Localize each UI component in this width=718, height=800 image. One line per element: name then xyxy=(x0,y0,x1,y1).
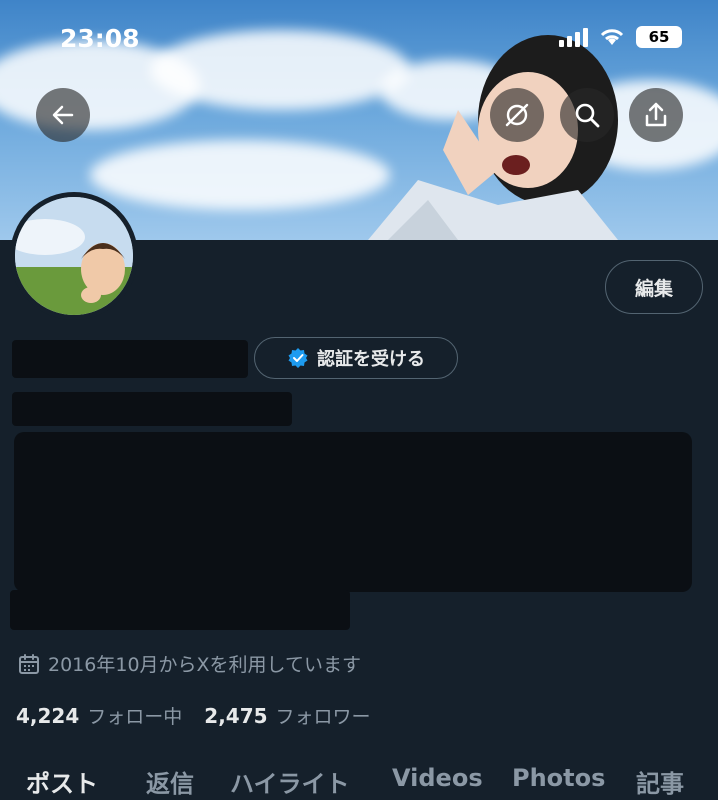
following-label[interactable]: フォロー中 xyxy=(87,702,182,729)
joined-date: 2016年10月からXを利用しています xyxy=(18,650,361,677)
following-count[interactable]: 4,224 xyxy=(16,704,79,728)
status-bar: 23:08 65 xyxy=(0,0,718,70)
back-button[interactable] xyxy=(36,88,90,142)
search-button[interactable] xyxy=(560,88,614,142)
share-icon xyxy=(645,102,667,127)
wifi-icon xyxy=(600,29,624,45)
status-time: 23:08 xyxy=(60,24,140,53)
follow-stats: 4,224 フォロー中 2,475 フォロワー xyxy=(16,702,385,729)
search-icon xyxy=(575,103,600,128)
tab-photos[interactable]: Photos xyxy=(512,764,605,792)
share-button[interactable] xyxy=(629,88,683,142)
redacted-display-name xyxy=(12,340,248,378)
signal-icon xyxy=(559,28,588,47)
tab-highlights[interactable]: ハイライト xyxy=(230,764,350,799)
redacted-bio-line xyxy=(10,590,350,630)
followers-label[interactable]: フォロワー xyxy=(276,702,371,729)
profile-tabs: ポスト 返信 ハイライト Videos Photos 記事 xyxy=(0,760,718,800)
battery-icon: 65 xyxy=(636,26,682,48)
joined-text: 2016年10月からXを利用しています xyxy=(48,654,361,676)
tab-articles[interactable]: 記事 xyxy=(636,764,684,799)
tab-videos[interactable]: Videos xyxy=(392,764,483,792)
tab-replies[interactable]: 返信 xyxy=(146,764,194,799)
followers-count[interactable]: 2,475 xyxy=(204,704,267,728)
globe-off-icon xyxy=(505,103,529,127)
calendar-icon xyxy=(19,653,39,674)
edit-profile-button[interactable]: 編集 xyxy=(605,260,703,314)
profile-avatar[interactable] xyxy=(10,192,138,320)
redacted-bio xyxy=(14,432,692,592)
status-icons: 65 xyxy=(558,26,682,48)
get-verified-label: 認証を受ける xyxy=(317,349,425,370)
get-verified-button[interactable]: 認証を受ける xyxy=(254,337,458,379)
avatar-child-image xyxy=(15,197,133,315)
verified-badge-icon xyxy=(288,348,308,368)
arrow-left-icon xyxy=(52,105,74,125)
redacted-username xyxy=(12,392,292,426)
tab-posts[interactable]: ポスト xyxy=(26,764,98,799)
translate-button[interactable] xyxy=(490,88,544,142)
